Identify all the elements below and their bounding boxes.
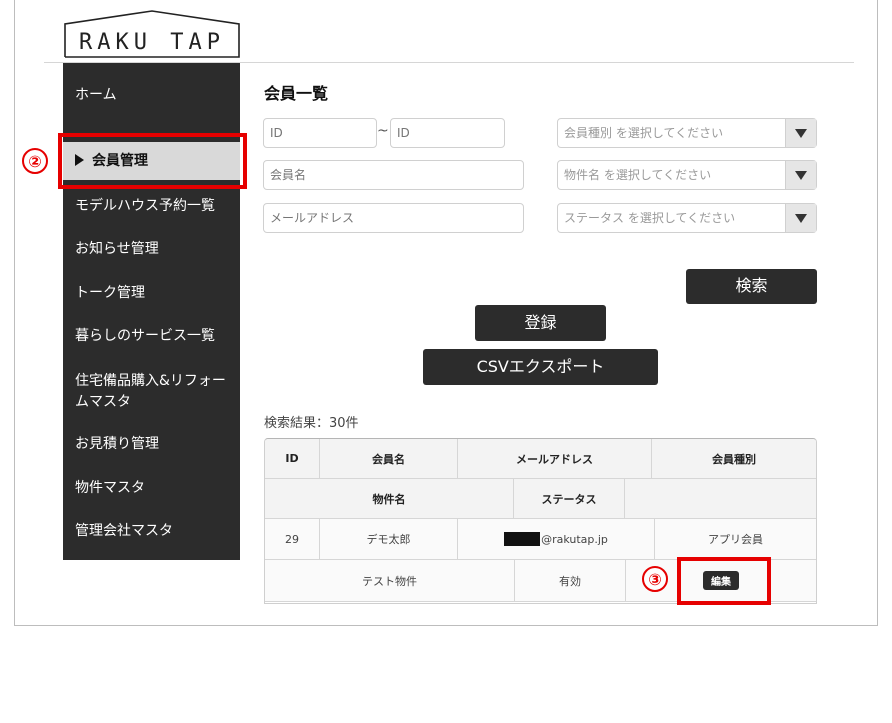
raku-tap-logo[interactable]: RAKU TAP xyxy=(64,10,240,58)
cell-status: 有効 xyxy=(515,560,626,602)
dropdown-arrow-icon[interactable] xyxy=(785,119,816,147)
logo-text: RAKU TAP xyxy=(79,30,225,55)
sidebar-item-label: モデルハウス予約一覧 xyxy=(75,198,215,214)
sidebar-item-label: ホーム xyxy=(75,87,117,103)
page-title: 会員一覧 xyxy=(264,84,329,103)
property-select-value: 物件名 を選択してください xyxy=(564,168,712,182)
status-select-value: ステータス を選択してください xyxy=(564,211,736,225)
column-header-id: ID xyxy=(265,439,320,479)
cell-property: テスト物件 xyxy=(265,560,515,602)
id-to-input[interactable] xyxy=(390,118,505,148)
sidebar-item-home[interactable]: ホーム xyxy=(63,85,240,105)
dropdown-arrow-icon[interactable] xyxy=(785,161,816,189)
cell-member-name: デモ太郎 xyxy=(320,519,458,560)
member-name-input[interactable] xyxy=(263,160,524,190)
member-type-select[interactable]: 会員種別 を選択してください xyxy=(557,118,817,148)
results-count: 検索結果：30件 xyxy=(264,416,359,431)
email-domain: @rakutap.jp xyxy=(541,532,608,546)
member-type-select-value: 会員種別 を選択してください xyxy=(564,126,724,140)
sidebar-item-management-companies[interactable]: 管理会社マスタ xyxy=(63,521,240,541)
cell-id: 29 xyxy=(265,519,320,560)
sidebar-item-news[interactable]: お知らせ管理 xyxy=(63,239,240,259)
column-header-email: メールアドレス xyxy=(458,439,652,479)
sidebar-item-label: お知らせ管理 xyxy=(75,241,159,257)
id-from-input[interactable] xyxy=(263,118,377,148)
annotation-number-3: ③ xyxy=(642,566,668,592)
range-separator: ~ xyxy=(377,123,389,139)
sidebar-item-talk[interactable]: トーク管理 xyxy=(63,283,240,303)
search-button[interactable]: 検索 xyxy=(686,269,817,304)
dropdown-arrow-icon[interactable] xyxy=(785,204,816,232)
column-header-status: ステータス xyxy=(514,479,625,519)
sidebar-item-life-services[interactable]: 暮らしのサービス一覧 xyxy=(63,326,240,346)
cell-member-type: アプリ会員 xyxy=(655,519,816,560)
sidebar-item-properties[interactable]: 物件マスタ xyxy=(63,478,240,498)
sidebar-item-estimates[interactable]: お見積り管理 xyxy=(63,434,240,454)
sidebar-item-label: 管理会社マスタ xyxy=(75,523,173,539)
sidebar-item-label: 住宅備品購入&リフォームマスタ xyxy=(75,373,226,410)
column-header-member-type: 会員種別 xyxy=(652,439,816,479)
column-header-property: 物件名 xyxy=(265,479,514,519)
annotation-number-2: ② xyxy=(22,148,48,174)
redacted-block xyxy=(504,532,541,546)
column-header-member-name: 会員名 xyxy=(320,439,458,479)
sidebar-item-equipment-reform[interactable]: 住宅備品購入&リフォームマスタ xyxy=(63,371,233,413)
sidebar-item-label: お見積り管理 xyxy=(75,436,159,452)
register-button[interactable]: 登録 xyxy=(475,305,606,341)
column-header-action xyxy=(625,479,816,519)
annotation-highlight-edit xyxy=(677,557,771,605)
sidebar-item-model-house-reservations[interactable]: モデルハウス予約一覧 xyxy=(63,196,240,216)
sidebar-item-label: 物件マスタ xyxy=(75,480,145,496)
email-input[interactable] xyxy=(263,203,524,233)
property-select[interactable]: 物件名 を選択してください xyxy=(557,160,817,190)
csv-export-button[interactable]: CSVエクスポート xyxy=(423,349,658,385)
status-select[interactable]: ステータス を選択してください xyxy=(557,203,817,233)
sidebar-item-label: 暮らしのサービス一覧 xyxy=(75,328,215,344)
sidebar-item-label: トーク管理 xyxy=(75,285,145,301)
cell-email: @rakutap.jp xyxy=(458,519,655,560)
annotation-highlight-members xyxy=(58,133,247,189)
